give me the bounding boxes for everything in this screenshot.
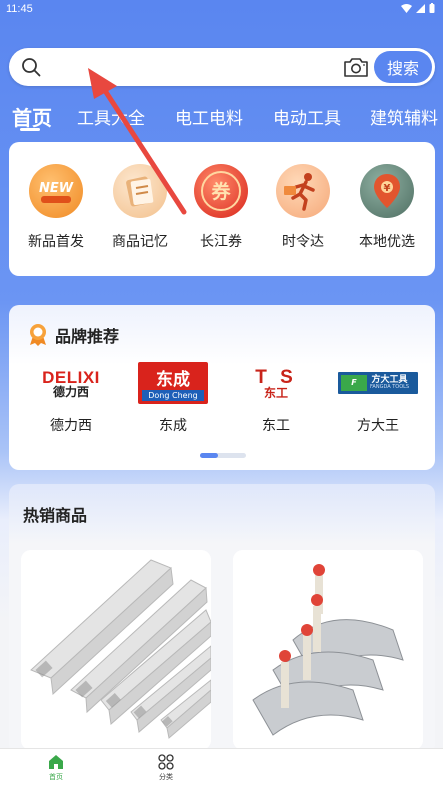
brand-dongcheng[interactable]: 东成 Dong Cheng 东成 (128, 361, 218, 435)
donggong-logo-text: T S (255, 366, 297, 388)
dongcheng-logo: 东成 Dong Cheng (128, 361, 218, 405)
search-input[interactable] (49, 54, 339, 80)
delixi-logo-sub: 德力西 (52, 384, 89, 399)
brand-fangda[interactable]: F 方大工具 FANGDA TOOLS 方大王 (333, 361, 423, 435)
tab-power-tools[interactable]: 电动工具 (273, 104, 341, 129)
hot-section-title: 热销商品 (23, 506, 88, 525)
fangda-mark: F (341, 375, 367, 391)
hot-products-card: 热销商品 (9, 484, 435, 754)
dongcheng-logo-text: 东成 (156, 370, 190, 390)
nav-home-label: 首页 (49, 773, 63, 781)
category-tabs: 首页 工具大全 电工电料 电动工具 建筑辅料 (0, 100, 443, 134)
tab-electrical[interactable]: 电工电料 (175, 104, 243, 129)
status-icons (401, 3, 435, 13)
brand-recommend-card: 品牌推荐 DELIXI 德力西 德力西 东成 Dong Cheng 东成 T S… (9, 305, 435, 470)
signal-icon (416, 3, 425, 13)
quick-link-local[interactable]: ¥ 本地优选 (349, 164, 425, 251)
svg-text:券: 券 (210, 180, 231, 203)
product-card[interactable] (21, 550, 211, 750)
quick-link-seasonal[interactable]: 时令达 (265, 164, 341, 251)
brand-pager (200, 453, 246, 458)
new-icon: NEW (29, 164, 83, 218)
brand-pager-active (200, 453, 218, 458)
camera-icon[interactable] (343, 56, 369, 78)
nav-home[interactable]: 首页 (26, 754, 86, 782)
quick-link-coupon[interactable]: 券 长江券 (183, 164, 259, 251)
tab-building[interactable]: 建筑辅料 (370, 104, 438, 129)
quick-link-label: 商品记忆 (112, 234, 168, 250)
quick-links-card: NEW 新品首发 商品记忆 券 长江券 时令达 ¥ 本地优选 (9, 142, 435, 276)
quick-link-label: 时令达 (282, 234, 324, 250)
brand-section-title: 品牌推荐 (55, 327, 120, 346)
pipe-clamp-image (233, 550, 423, 750)
nav-category-label: 分类 (159, 773, 173, 781)
coupon-icon: 券 (194, 164, 248, 218)
brand-donggong[interactable]: T S 东工 东工 (231, 361, 321, 435)
category-icon (158, 754, 174, 770)
home-icon (49, 755, 63, 769)
product-card[interactable] (233, 550, 423, 750)
quick-link-label: 新品首发 (28, 234, 84, 250)
delixi-logo: DELIXI 德力西 (26, 361, 116, 405)
search-icon (22, 58, 41, 77)
brand-name: 方大王 (357, 418, 399, 434)
active-tab-indicator (20, 128, 40, 131)
quick-link-new[interactable]: NEW 新品首发 (18, 164, 94, 251)
runner-icon (276, 164, 330, 218)
nav-category[interactable]: 分类 (136, 754, 196, 782)
donggong-logo: T S 东工 (231, 361, 321, 405)
quick-link-label: 本地优选 (359, 234, 415, 250)
svg-text:NEW: NEW (39, 181, 74, 196)
status-bar: 11:45 (0, 0, 443, 20)
status-time: 11:45 (6, 3, 33, 15)
local-icon: ¥ (360, 164, 414, 218)
tab-home[interactable]: 首页 (12, 102, 52, 131)
wifi-icon (401, 3, 412, 13)
bottom-nav: 首页 分类 (0, 748, 443, 788)
tab-tools[interactable]: 工具大全 (77, 104, 145, 129)
battery-icon (429, 3, 435, 13)
medal-icon (30, 324, 46, 346)
svg-text:¥: ¥ (384, 183, 391, 194)
delixi-logo-text: DELIXI (42, 367, 100, 387)
search-button[interactable]: 搜索 (374, 51, 432, 83)
fangda-logo: F 方大工具 FANGDA TOOLS (333, 361, 423, 405)
quick-link-memo[interactable]: 商品记忆 (102, 164, 178, 251)
quick-link-label: 长江券 (200, 234, 242, 250)
fangda-logo-sub: FANGDA TOOLS (370, 384, 410, 390)
brand-name: 东工 (262, 418, 290, 434)
brand-name: 德力西 (50, 418, 92, 434)
memo-icon (113, 164, 167, 218)
donggong-logo-sub: 东工 (263, 385, 288, 400)
cable-trunking-image (21, 550, 211, 750)
search-bar[interactable]: 搜索 (9, 48, 435, 86)
brand-name: 东成 (159, 418, 187, 434)
brand-delixi[interactable]: DELIXI 德力西 德力西 (26, 361, 116, 435)
dongcheng-logo-sub: Dong Cheng (142, 390, 204, 401)
